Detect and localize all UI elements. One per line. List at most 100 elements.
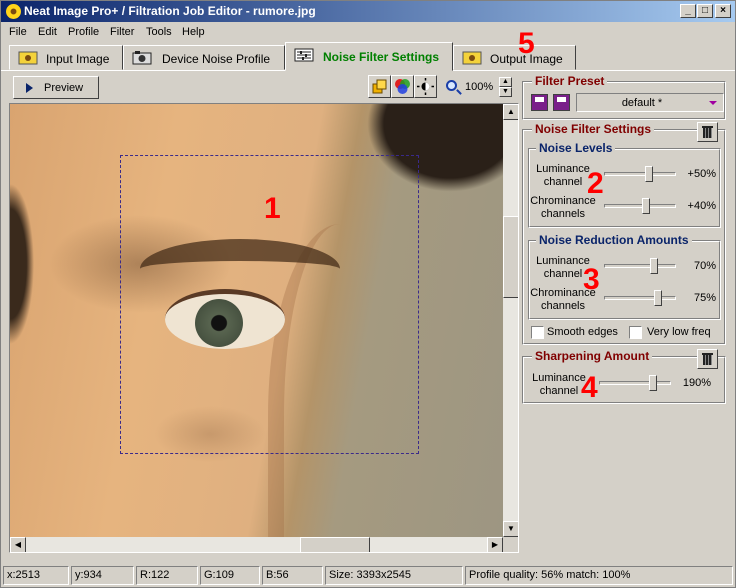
window-title: Neat Image Pro+ / Filtration Job Editor …: [24, 4, 316, 18]
noise-levels-title: Noise Levels: [536, 141, 616, 155]
status-g: G:109: [200, 566, 260, 585]
status-r: R:122: [136, 566, 198, 585]
slider-knob[interactable]: [649, 375, 657, 391]
menu-file[interactable]: File: [9, 26, 27, 38]
hair-left-region: [10, 164, 50, 364]
chrominance-reduction-value: 75%: [693, 292, 716, 304]
brightness-button[interactable]: [414, 75, 437, 98]
tab-device-noise-profile[interactable]: Device Noise Profile: [123, 45, 285, 70]
filter-preset-dropdown[interactable]: default *: [576, 93, 724, 112]
noise-reduction-title: Noise Reduction Amounts: [536, 233, 692, 247]
scroll-right-button[interactable]: ▶: [487, 537, 503, 552]
chrominance-noise-value: +40%: [687, 200, 716, 212]
reset-noise-filter-button[interactable]: [697, 122, 718, 142]
slider-knob[interactable]: [654, 290, 662, 306]
minimize-button[interactable]: _: [680, 4, 696, 18]
play-icon: [26, 83, 33, 93]
app-window: Neat Image Pro+ / Filtration Job Editor …: [0, 0, 736, 588]
status-b: B:56: [262, 566, 323, 585]
status-x: x:2513: [3, 566, 69, 585]
menu-filter[interactable]: Filter: [110, 26, 134, 38]
trash-icon: [703, 128, 712, 138]
annotation-3: 3: [583, 263, 600, 296]
annotation-2: 2: [587, 167, 604, 200]
close-button[interactable]: ×: [715, 4, 731, 18]
sharpening-luminance-value: 190%: [682, 377, 711, 389]
preview-photo[interactable]: 1: [10, 104, 510, 544]
magnifier-icon[interactable]: [446, 80, 457, 91]
smooth-edges-checkbox[interactable]: [531, 326, 544, 339]
annotation-1: 1: [264, 192, 281, 225]
status-bar: x:2513 y:934 R:122 G:109 B:56 Size: 3393…: [1, 564, 735, 586]
zoom-up-button[interactable]: ▲: [499, 77, 512, 87]
sunflower-app-icon: [6, 4, 21, 19]
tab-label: Input Image: [46, 52, 110, 66]
status-size: Size: 3393x2545: [325, 566, 463, 585]
zoom-control: 100% ▲ ▼: [443, 76, 515, 99]
sun-contrast-icon: [417, 78, 434, 95]
annotation-5: 5: [518, 27, 535, 60]
chrominance-noise-slider[interactable]: [604, 197, 676, 215]
slider-knob[interactable]: [641, 198, 650, 214]
slider-track: [604, 204, 676, 208]
annotation-4: 4: [581, 371, 598, 404]
tab-label: Noise Filter Settings: [323, 50, 440, 64]
menu-edit[interactable]: Edit: [38, 26, 57, 38]
menu-help[interactable]: Help: [182, 26, 205, 38]
slider-knob[interactable]: [644, 166, 653, 182]
noise-filter-settings-title: Noise Filter Settings: [532, 122, 655, 136]
chrominance-reduction-slider[interactable]: [604, 289, 676, 307]
sliders-icon: [294, 48, 314, 62]
maximize-button[interactable]: □: [697, 4, 713, 18]
status-y: y:934: [71, 566, 134, 585]
smooth-edges-label[interactable]: Smooth edges: [547, 326, 618, 338]
camera-icon: [132, 51, 152, 65]
very-low-freq-label[interactable]: Very low freq: [647, 326, 711, 338]
image-viewer[interactable]: 1 ▲ ▼ ◀ ▶: [9, 103, 519, 553]
slider-track: [599, 381, 671, 385]
zoom-down-button[interactable]: ▼: [499, 87, 512, 97]
slider-track: [604, 172, 676, 176]
zoom-value[interactable]: 100%: [465, 81, 493, 93]
slider-track: [604, 296, 676, 300]
color-channels-button[interactable]: [391, 75, 414, 98]
preview-button[interactable]: Preview: [13, 76, 99, 99]
very-low-freq-checkbox[interactable]: [629, 326, 642, 339]
sharpening-luminance-slider[interactable]: [599, 374, 671, 392]
horizontal-scrollbar[interactable]: ◀ ▶: [10, 537, 503, 552]
trash-icon: [703, 355, 712, 365]
tab-label: Device Noise Profile: [162, 52, 271, 66]
overlapping-squares-icon: [372, 79, 387, 94]
chevron-down-icon: [709, 101, 717, 105]
sunflower-image-icon: [462, 51, 482, 65]
menu-bar: File Edit Profile Filter Tools Help: [1, 23, 735, 41]
scroll-down-button[interactable]: ▼: [503, 521, 518, 537]
vertical-scrollbar[interactable]: ▲ ▼: [503, 104, 518, 537]
filter-preset-value: default *: [621, 97, 663, 109]
horizontal-scroll-thumb[interactable]: [300, 537, 370, 552]
title-bar[interactable]: Neat Image Pro+ / Filtration Job Editor …: [1, 1, 735, 22]
slider-knob[interactable]: [650, 258, 659, 274]
scroll-left-button[interactable]: ◀: [10, 537, 26, 552]
slider-track: [604, 264, 676, 268]
tab-output-image[interactable]: Output Image: [453, 45, 576, 70]
scroll-up-button[interactable]: ▲: [503, 104, 518, 120]
luminance-noise-value: +50%: [687, 168, 716, 180]
luminance-reduction-slider[interactable]: [604, 257, 676, 275]
tab-noise-filter-settings[interactable]: Noise Filter Settings: [285, 42, 453, 71]
save-as-preset-icon[interactable]: [553, 94, 570, 111]
scroll-corner: [503, 537, 518, 552]
menu-tools[interactable]: Tools: [146, 26, 172, 38]
save-preset-icon[interactable]: [531, 94, 548, 111]
tab-bar: Input Image Device Noise Profile Noise F…: [1, 29, 735, 71]
rgb-circles-icon: [395, 79, 410, 94]
tab-input-image[interactable]: Input Image: [9, 45, 123, 70]
filter-preset-title: Filter Preset: [532, 74, 608, 88]
status-profile-quality: Profile quality: 56% match: 100%: [465, 566, 733, 585]
vertical-scroll-thumb[interactable]: [503, 216, 518, 298]
menu-profile[interactable]: Profile: [68, 26, 99, 38]
compare-view-button[interactable]: [368, 75, 391, 98]
reset-sharpening-button[interactable]: [697, 349, 718, 369]
luminance-noise-slider[interactable]: [604, 165, 676, 183]
preview-label: Preview: [44, 82, 84, 94]
